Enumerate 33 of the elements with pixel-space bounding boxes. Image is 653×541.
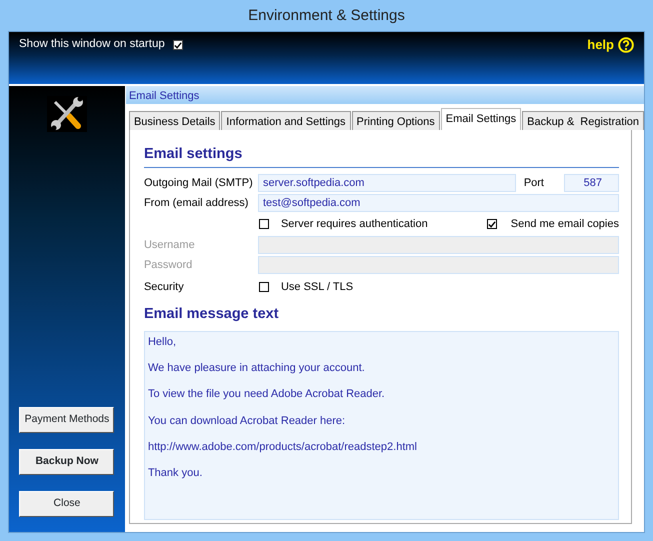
field-label: Username bbox=[144, 238, 196, 253]
help-link[interactable]: help bbox=[587, 35, 614, 55]
checkbox-label: Server requires authentication bbox=[280, 217, 429, 232]
section-heading: Email settings bbox=[144, 144, 619, 168]
sidebar-button[interactable]: Payment Methods bbox=[19, 407, 114, 433]
input-field[interactable]: 587 bbox=[564, 174, 619, 192]
primary-button[interactable]: Backup Now bbox=[19, 449, 114, 475]
checkbox[interactable] bbox=[486, 219, 497, 230]
field-label: Outgoing Mail (SMTP) bbox=[144, 176, 254, 191]
field-label: From (email address) bbox=[144, 196, 250, 211]
checkbox[interactable] bbox=[258, 282, 269, 292]
tab[interactable]: Information and Settings bbox=[221, 111, 351, 130]
field-label: Password bbox=[144, 258, 194, 273]
section-heading: Email message text bbox=[144, 304, 280, 324]
startup-label: Show this window on startup bbox=[19, 37, 165, 52]
window-title: Environment & Settings bbox=[247, 6, 406, 26]
tab[interactable]: Backup & Registration bbox=[522, 111, 644, 130]
sidebar-button[interactable]: Close bbox=[19, 491, 114, 517]
tab[interactable]: Business Details bbox=[128, 111, 220, 130]
input-field[interactable]: test@softpedia.com bbox=[258, 194, 619, 212]
input-field[interactable]: server.softpedia.com bbox=[258, 174, 516, 192]
checkbox-label: Use SSL / TLS bbox=[280, 280, 354, 294]
tools-icon bbox=[46, 96, 87, 132]
message-text-area[interactable]: Hello, We have pleasure in attaching your account. To view the file you need Adobe Acrobat Reader. You can download Acrobat Reader here: http://www.adobe.com/products/acrobat/readstep2.html Thank you. bbox=[144, 330, 619, 520]
panel-caption: Email Settings bbox=[126, 86, 644, 104]
field-label: Security bbox=[144, 280, 185, 294]
checkbox-label: Send me email copies bbox=[510, 217, 619, 232]
checkbox[interactable] bbox=[258, 219, 269, 230]
startup-checkbox[interactable] bbox=[172, 40, 183, 50]
tab[interactable]: Printing Options bbox=[352, 111, 440, 130]
help-icon[interactable] bbox=[618, 37, 634, 53]
field-label: Port bbox=[524, 176, 544, 191]
tab[interactable]: Email Settings bbox=[440, 108, 522, 130]
